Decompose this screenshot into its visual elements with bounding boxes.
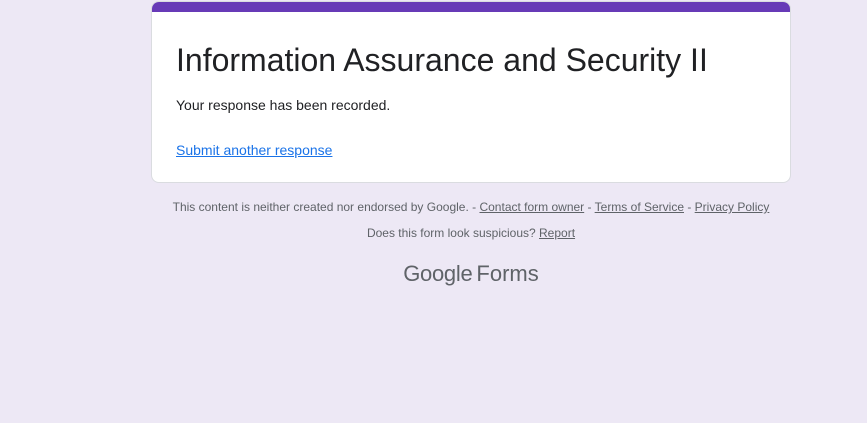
footer-disclaimer: This content is neither created nor endo… — [151, 198, 791, 216]
contact-form-owner-link[interactable]: Contact form owner — [479, 200, 584, 214]
google-forms-logo[interactable]: Google Forms — [151, 260, 791, 288]
page: Information Assurance and Security II Yo… — [0, 0, 867, 423]
form-title: Information Assurance and Security II — [176, 42, 708, 78]
separator: - — [584, 200, 595, 214]
privacy-policy-link[interactable]: Privacy Policy — [695, 200, 770, 214]
suspicious-text: Does this form look suspicious? — [366, 226, 540, 240]
forms-logo-text: Forms — [476, 261, 539, 286]
suspicious-notice: Does this form look suspicious? Report — [151, 224, 791, 242]
separator: - — [684, 200, 695, 214]
submit-another-response-link[interactable]: Submit another response — [176, 140, 332, 160]
confirmation-card: Information Assurance and Security II Yo… — [151, 1, 791, 183]
google-logo-text: Google — [403, 261, 473, 286]
disclaimer-text: This content is neither created nor endo… — [172, 200, 480, 214]
card-accent-bar — [152, 2, 790, 12]
terms-of-service-link[interactable]: Terms of Service — [595, 200, 684, 214]
report-link[interactable]: Report — [539, 226, 575, 240]
confirmation-message: Your response has been recorded. — [176, 97, 391, 113]
